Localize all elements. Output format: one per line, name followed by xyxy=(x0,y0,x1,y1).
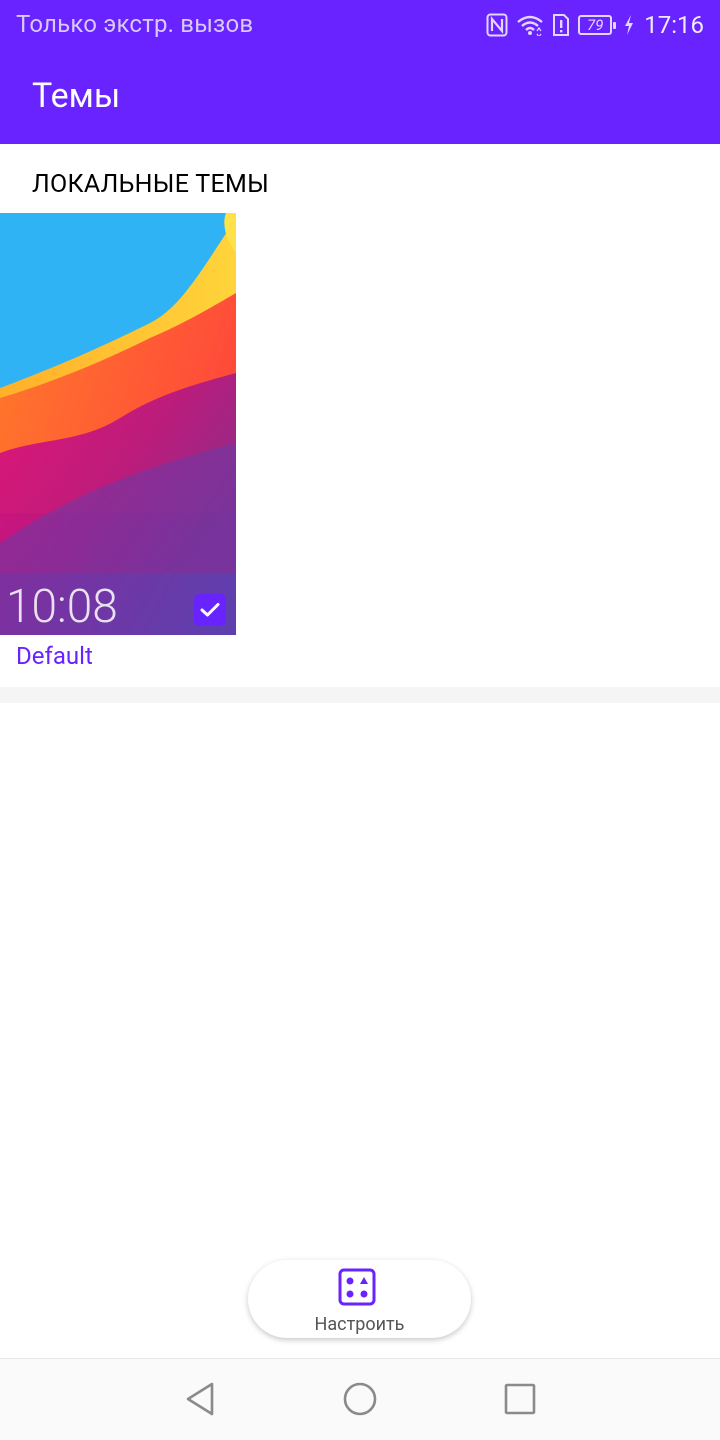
home-icon[interactable] xyxy=(340,1379,380,1419)
section-divider xyxy=(0,687,720,703)
recents-icon[interactable] xyxy=(500,1379,540,1419)
status-icons: 79 17:16 xyxy=(486,8,704,42)
charging-icon xyxy=(624,15,634,35)
app-bar: Темы xyxy=(0,50,720,144)
carrier-text: Только экстр. вызов xyxy=(16,10,254,38)
navigation-bar xyxy=(0,1358,720,1440)
theme-card-default[interactable]: 10:08 xyxy=(0,213,236,635)
customize-label: Настроить xyxy=(314,1314,405,1335)
section-title: ЛОКАЛЬНЫЕ ТЕМЫ xyxy=(32,170,270,199)
theme-preview-time: 10:08 xyxy=(6,580,118,634)
battery-icon: 79 xyxy=(578,15,617,35)
status-bar: Только экстр. вызов 79 17:16 xyxy=(0,0,720,50)
page-title: Темы xyxy=(32,76,121,116)
sim-alert-icon xyxy=(552,13,570,37)
wifi-icon xyxy=(516,14,544,36)
back-icon[interactable] xyxy=(180,1379,220,1419)
selected-check-icon xyxy=(194,594,226,626)
customize-button[interactable]: Настроить xyxy=(248,1260,471,1338)
nfc-icon xyxy=(486,13,508,37)
status-clock: 17:16 xyxy=(644,11,704,39)
customize-icon xyxy=(338,1268,376,1310)
theme-name-default[interactable]: Default xyxy=(16,642,93,670)
theme-preview-image xyxy=(0,213,236,635)
